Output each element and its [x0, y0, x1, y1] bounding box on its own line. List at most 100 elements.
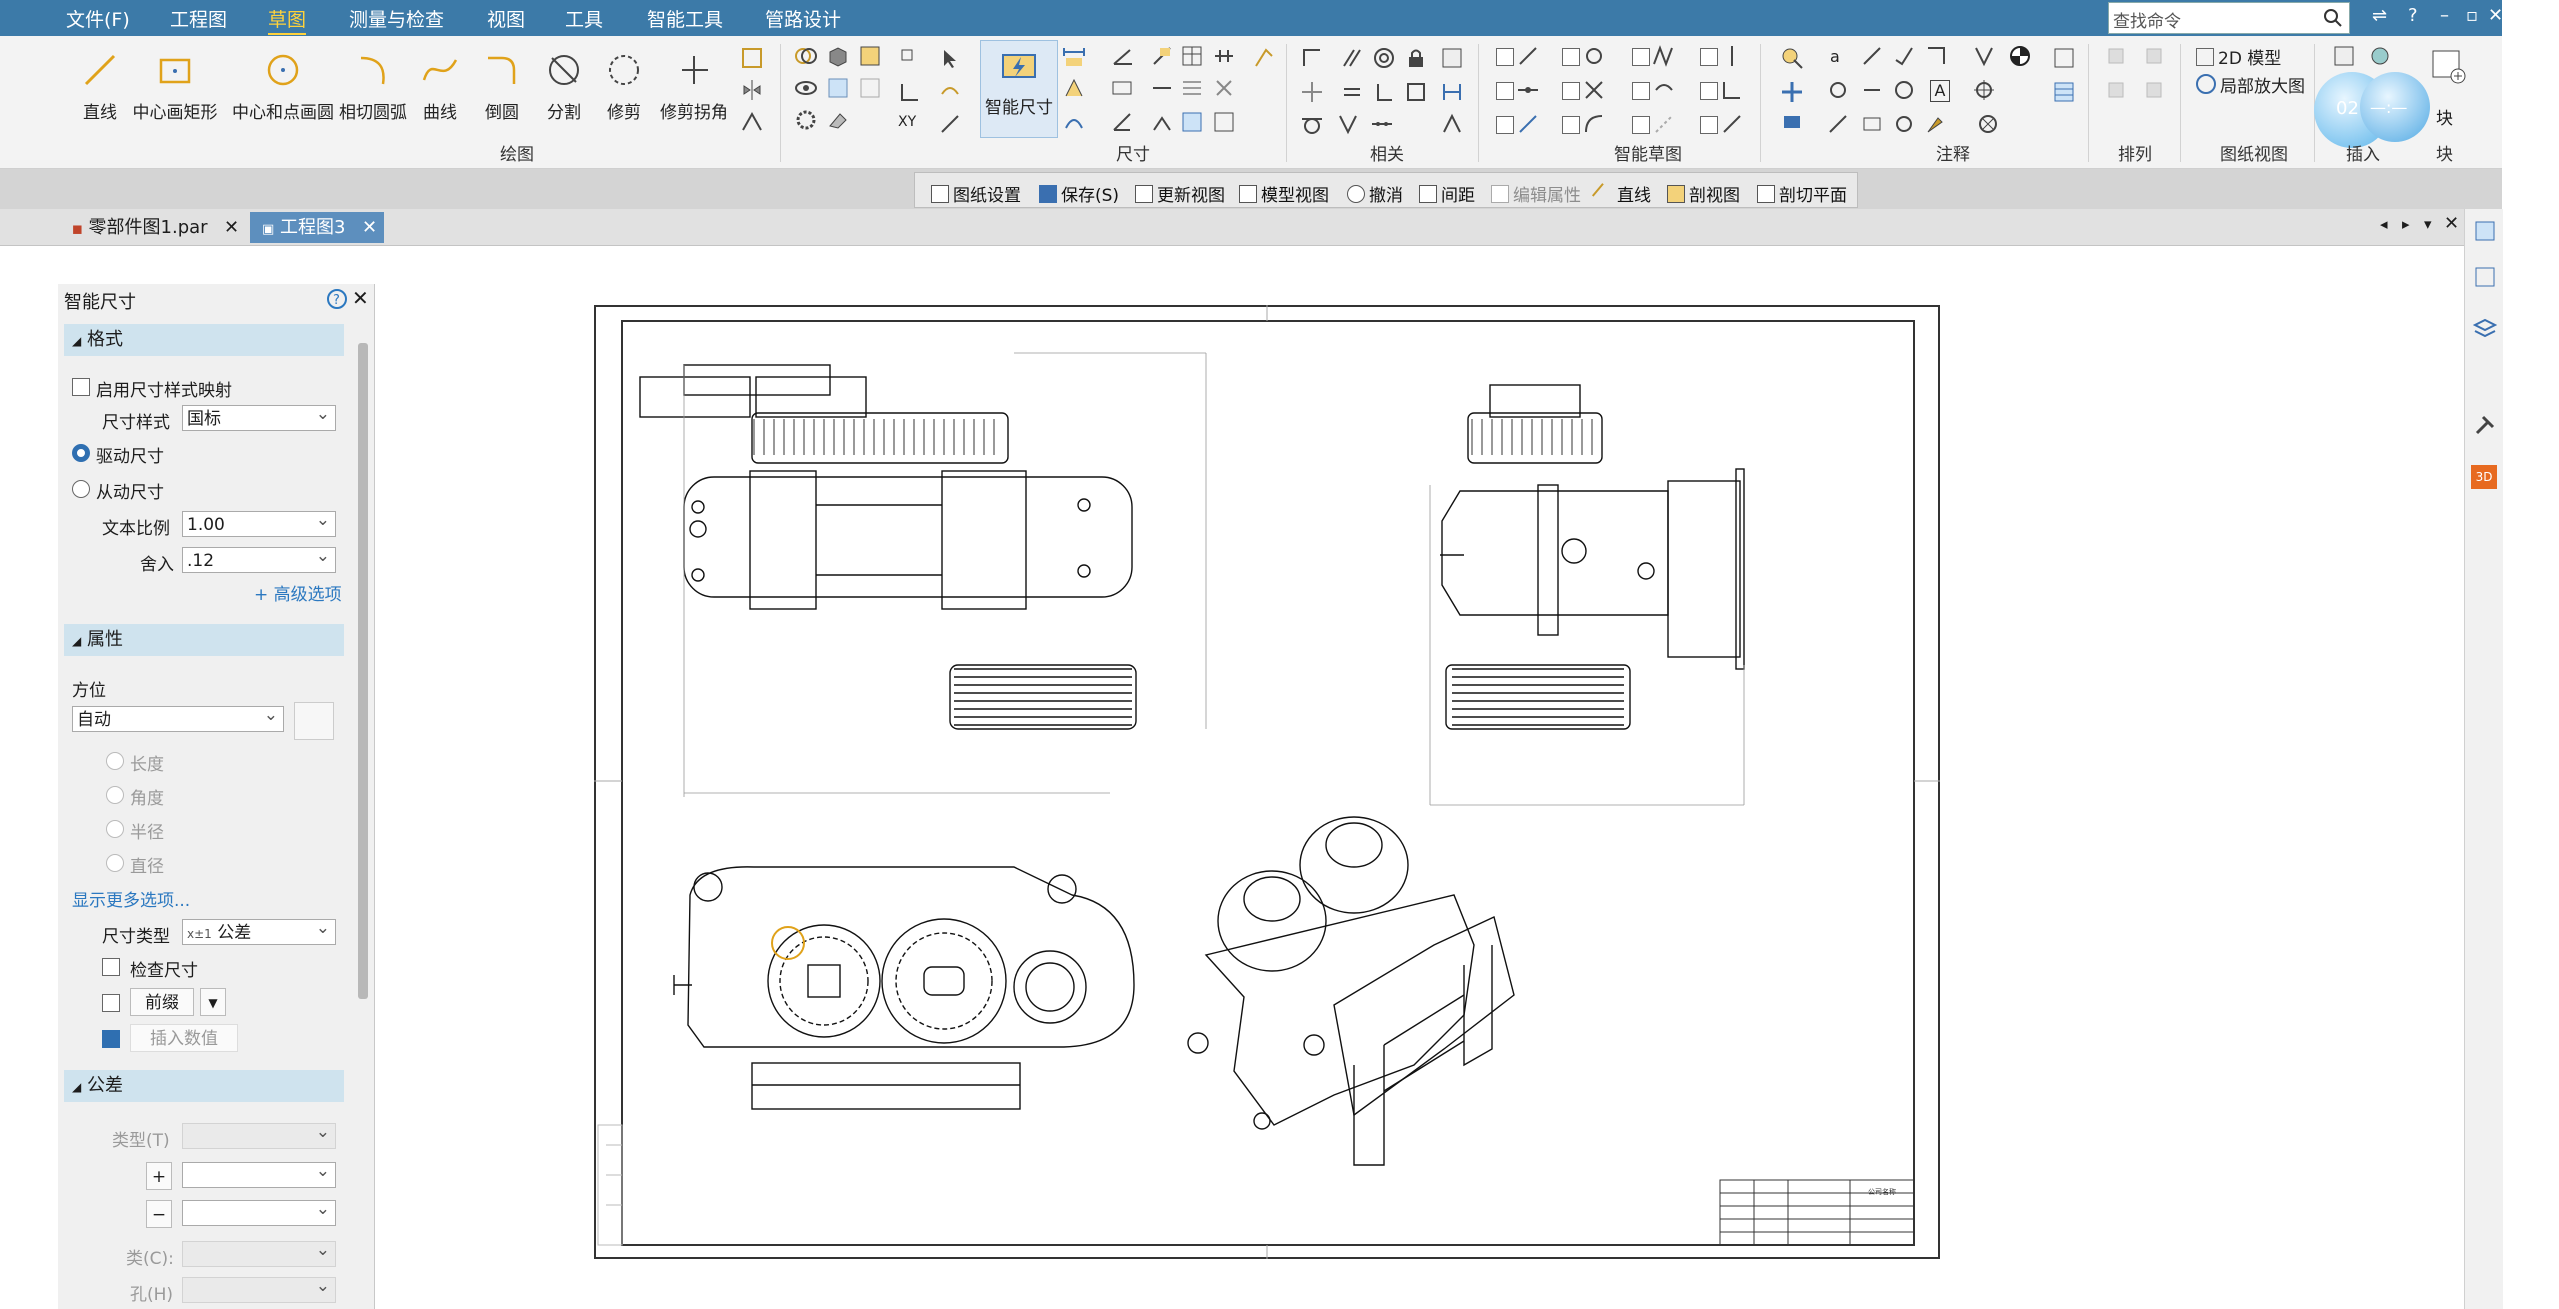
help-icon[interactable]: ? — [2408, 5, 2418, 26]
save-button[interactable]: 保存(S) — [1039, 181, 1119, 206]
datum-icon[interactable] — [1826, 78, 1850, 102]
cross-circle-icon[interactable] — [1976, 112, 2000, 136]
space-dim-icon[interactable] — [1212, 110, 1236, 134]
line-button[interactable]: 直线 — [1591, 181, 1651, 207]
drawing-sheet[interactable]: 公司名称 — [594, 305, 1940, 1259]
tab-tools[interactable]: 工具 — [565, 5, 603, 32]
callout-icon[interactable] — [1780, 112, 1804, 136]
maintain-icon[interactable] — [1440, 80, 1464, 104]
driven-radio[interactable] — [72, 480, 90, 498]
send-back-icon[interactable] — [2144, 46, 2168, 70]
sketch-option-1[interactable] — [1496, 48, 1514, 66]
sketch-option-9[interactable] — [1496, 116, 1514, 134]
stack-dim-icon[interactable] — [1180, 76, 1204, 100]
scale-icon[interactable] — [938, 80, 962, 104]
close-dim-icon[interactable] — [1212, 76, 1236, 100]
horizontal-icon[interactable] — [1300, 80, 1324, 104]
parallel-icon[interactable] — [1340, 46, 1364, 70]
tab-view[interactable]: 视图 — [487, 5, 525, 32]
group-objects-icon[interactable] — [2106, 80, 2130, 104]
center-circle-tool[interactable]: 中心和点画圆 — [228, 50, 338, 123]
hatch-icon[interactable] — [826, 76, 850, 100]
sketch-option-5[interactable] — [1496, 82, 1514, 100]
trim-corner-tool[interactable]: 修剪拐角 — [656, 50, 732, 123]
upper-tol-select[interactable] — [182, 1158, 336, 1188]
move-icon[interactable] — [898, 46, 922, 70]
symmetry-icon[interactable] — [740, 110, 764, 134]
text-scale-select[interactable]: 1.00 — [182, 507, 336, 537]
edit-properties-button[interactable]: 编辑属性 — [1491, 181, 1581, 206]
place-icon[interactable] — [1780, 80, 1804, 104]
rigid-icon[interactable] — [1404, 80, 1428, 104]
tab-sketch[interactable]: 草图 — [268, 5, 307, 35]
tab-measure[interactable]: 测量与检查 — [349, 5, 444, 32]
feature-frame-icon[interactable] — [1860, 78, 1884, 102]
chain-dim-icon[interactable] — [1212, 44, 1236, 68]
center-mark-icon[interactable] — [2008, 44, 2032, 68]
sketch-option-11[interactable] — [1632, 116, 1650, 134]
table-style-icon[interactable] — [2052, 46, 2076, 70]
offset-icon[interactable] — [740, 46, 764, 70]
class-input[interactable] — [182, 1237, 336, 1267]
panel-scrollbar[interactable] — [358, 343, 368, 999]
relation-handle-icon[interactable] — [1440, 46, 1464, 70]
arc-dim-icon[interactable] — [1062, 110, 1086, 134]
command-search[interactable]: 查找命令 — [2108, 2, 2350, 34]
help-icon[interactable]: ? — [326, 288, 348, 310]
undo-button[interactable]: 撤消 — [1347, 181, 1403, 206]
split-tool[interactable]: 分割 — [542, 50, 586, 123]
type-select[interactable] — [182, 1119, 336, 1149]
mirror-icon[interactable] — [740, 78, 764, 102]
advanced-options-link[interactable]: + 高级选项 — [254, 580, 342, 605]
3d-icon[interactable]: 3D — [2471, 465, 2497, 489]
tab-piping[interactable]: 管路设计 — [765, 5, 841, 32]
model-view-button[interactable]: 模型视图 — [1239, 181, 1329, 206]
hole-note-icon[interactable] — [1860, 112, 1884, 136]
insert-object-icon[interactable] — [2368, 44, 2392, 68]
surface-texture-icon[interactable] — [1892, 44, 1916, 68]
sheet-setup-button[interactable]: 图纸设置 — [931, 181, 1021, 206]
library-icon[interactable] — [2473, 219, 2497, 243]
prefix-checkbox[interactable] — [102, 994, 120, 1012]
table-icon[interactable] — [2052, 80, 2076, 104]
tab-list-icon[interactable]: ▾ — [2424, 215, 2432, 233]
prefix-button[interactable]: 前缀 — [130, 988, 194, 1016]
tools-icon[interactable] — [2473, 413, 2497, 437]
centerline-icon[interactable] — [1892, 78, 1916, 102]
distance-dim-icon[interactable] — [1062, 44, 1086, 68]
prefix-dropdown-icon[interactable]: ▼ — [200, 988, 226, 1016]
close-icon[interactable]: ✕ — [352, 286, 369, 310]
line-tool[interactable]: 直线 — [78, 50, 122, 123]
tolerance-section-header[interactable]: ◢ 公差 — [64, 1070, 344, 1102]
sketch-option-2[interactable] — [1562, 48, 1580, 66]
trim-tool[interactable]: 修剪 — [602, 50, 646, 123]
symmetric-rel-icon[interactable] — [1336, 112, 1360, 136]
edge-icon[interactable] — [1972, 44, 1996, 68]
hole-select[interactable] — [182, 1273, 336, 1303]
attach-dim-icon[interactable] — [1150, 76, 1174, 100]
bolt-hole-icon[interactable] — [1972, 78, 1996, 102]
more-options-link[interactable]: 显示更多选项... — [72, 886, 190, 911]
close-icon[interactable]: ✕ — [2488, 5, 2503, 26]
sketch-option-10[interactable] — [1562, 116, 1580, 134]
detail-view-button[interactable]: 局部放大图 — [2196, 72, 2305, 97]
driving-radio[interactable] — [72, 444, 90, 462]
gear-icon[interactable] — [794, 108, 818, 132]
sketch-option-4[interactable] — [1700, 48, 1718, 66]
balloon-icon[interactable] — [1780, 46, 1804, 70]
intersect-icon[interactable] — [794, 44, 818, 68]
minus-icon[interactable]: − — [146, 1200, 172, 1228]
tab-drawing-file[interactable]: ▣ 工程图3 ✕ — [250, 212, 384, 243]
update-views-button[interactable]: 更新视图 — [1135, 181, 1225, 206]
curve-tool[interactable]: 曲线 — [418, 50, 462, 123]
perpendicular-icon[interactable] — [1372, 80, 1396, 104]
copy-attr-icon[interactable] — [1252, 46, 1276, 70]
tab-part-file[interactable]: ◼ 零部件图1.par ✕ — [72, 212, 244, 243]
format-section-header[interactable]: ◢ 格式 — [64, 324, 344, 356]
tab-smart-tools[interactable]: 智能工具 — [647, 5, 723, 32]
insert-value-button[interactable]: 插入数值 — [130, 1024, 238, 1052]
tangent-arc-tool[interactable]: 相切圆弧 — [338, 50, 408, 123]
weld-symbol-icon[interactable] — [1892, 112, 1916, 136]
close-icon[interactable]: ✕ — [362, 212, 377, 243]
tab-drawing[interactable]: 工程图 — [170, 5, 227, 32]
